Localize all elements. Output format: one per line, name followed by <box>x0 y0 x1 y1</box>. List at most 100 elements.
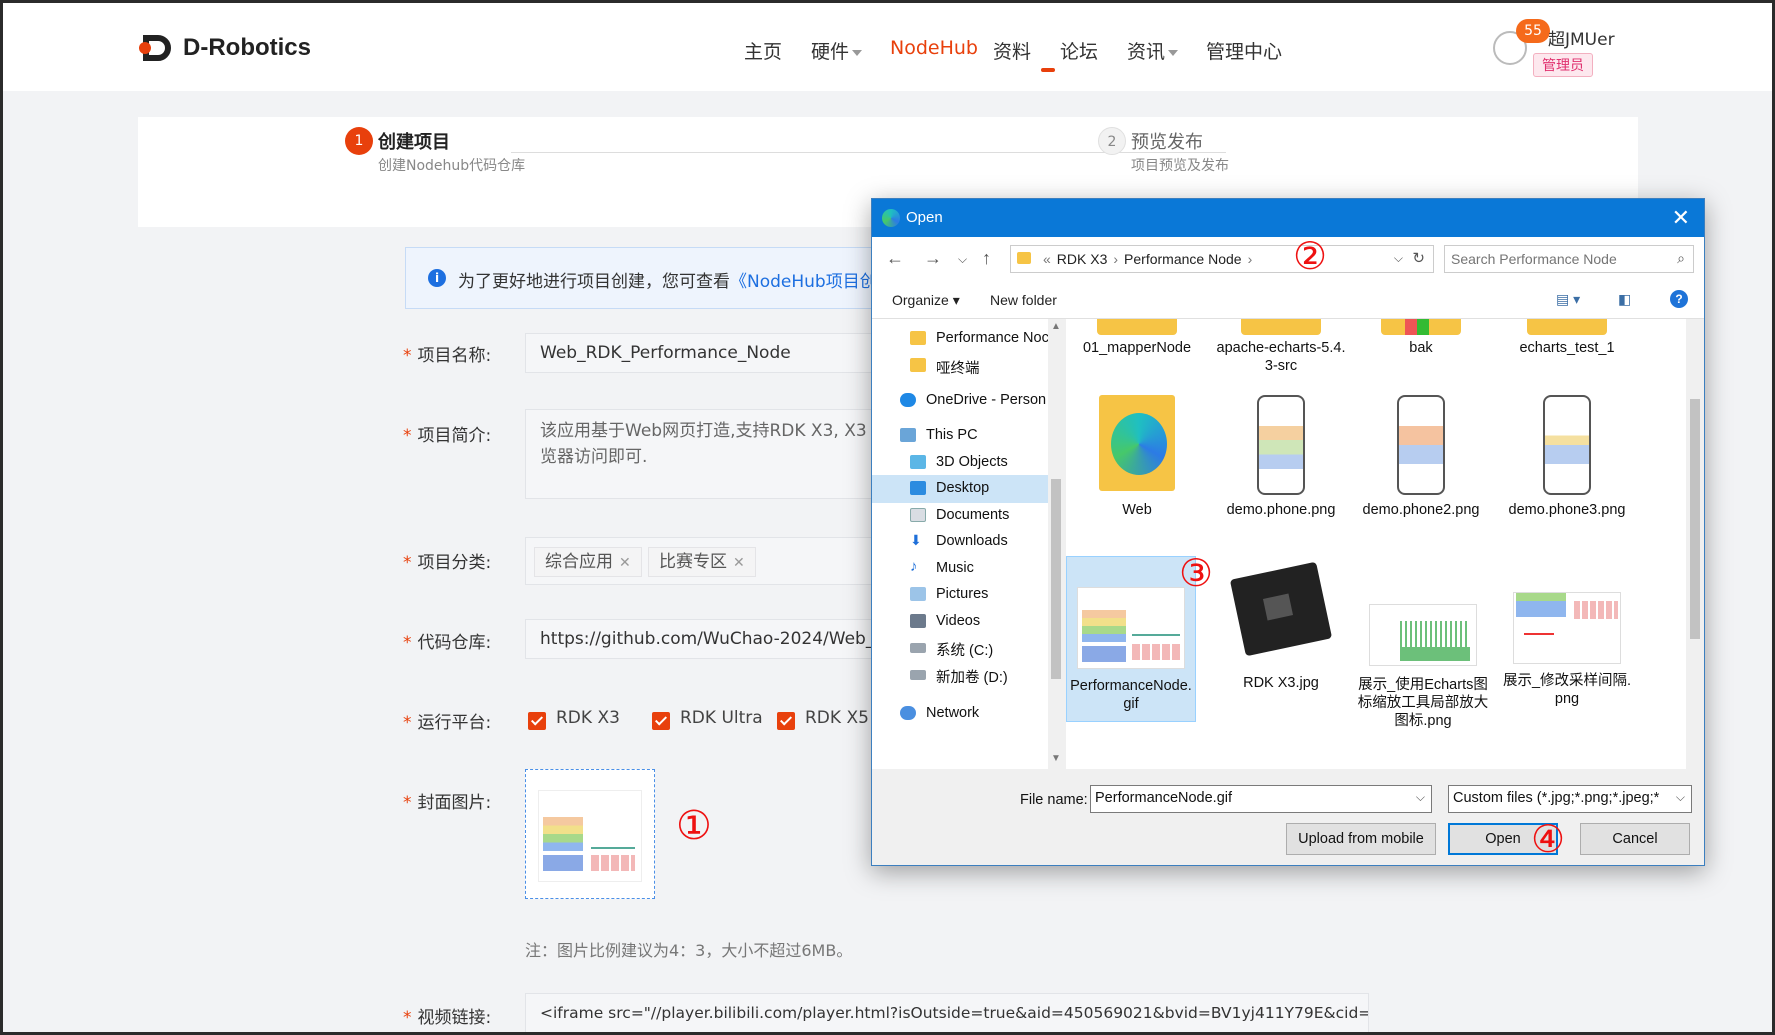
file-item-image[interactable]: demo.phone2.png <box>1356 395 1486 519</box>
tree-item-dumb-terminal[interactable]: 哑终端 <box>872 352 1048 380</box>
up-arrow-icon[interactable]: ↑ <box>982 248 991 269</box>
category-tag[interactable]: 比赛专区 ✕ <box>648 547 756 577</box>
file-type-select[interactable]: Custom files (*.jpg;*.png;*.jpeg;* ⌵ <box>1448 785 1692 813</box>
annotation-4: ④ <box>1531 817 1566 861</box>
nav-admin[interactable]: 管理中心 <box>1206 37 1282 64</box>
info-alert: i 为了更好地进行项目创建，您可查看《NodeHub项目创 <box>405 247 925 309</box>
video-label: * 视频链接: <box>403 1008 492 1028</box>
tree-item-music[interactable]: ♪ Music <box>872 555 1048 583</box>
tree-item-this-pc[interactable]: This PC <box>872 422 1048 450</box>
video-input[interactable]: <iframe src="//player.bilibili.com/playe… <box>525 993 1369 1032</box>
breadcrumb-rdk-x3[interactable]: RDK X3 <box>1057 251 1108 267</box>
notification-badge[interactable]: 55 <box>1516 19 1550 43</box>
new-folder-button[interactable]: New folder <box>990 292 1057 308</box>
pc-icon <box>900 428 916 442</box>
file-item-folder[interactable]: bak <box>1356 319 1486 357</box>
platform-checkbox-x5[interactable] <box>777 712 795 730</box>
platform-checkbox-x3[interactable] <box>528 712 546 730</box>
file-name-input[interactable]: PerformanceNode.gif ⌵ <box>1090 785 1432 813</box>
file-item-image[interactable]: demo.phone3.png <box>1502 395 1632 519</box>
intro-label: * 项目简介: <box>403 426 492 446</box>
file-list: 01_mapperNode apache-echarts-5.4.3-src b… <box>1066 319 1686 769</box>
help-icon[interactable]: ? <box>1670 290 1688 308</box>
file-item-folder[interactable]: apache-echarts-5.4.3-src <box>1216 319 1346 375</box>
category-tag[interactable]: 综合应用 ✕ <box>534 547 642 577</box>
file-item-image[interactable]: demo.phone.png <box>1216 395 1346 519</box>
file-item-selected[interactable]: PerformanceNode.gif <box>1066 556 1196 722</box>
close-icon[interactable]: ✕ <box>1672 205 1690 231</box>
browser-viewport: D-Robotics 主页 硬件 NodeHub 资料 论坛 资讯 管理中心 5… <box>3 3 1772 1032</box>
info-text: 为了更好地进行项目创建，您可查看 <box>458 272 730 292</box>
platform-label-x3[interactable]: RDK X3 <box>556 708 620 728</box>
file-item-image[interactable]: RDK X3.jpg <box>1216 556 1346 692</box>
tree-item-pictures[interactable]: Pictures <box>872 581 1048 609</box>
videos-icon <box>910 614 926 628</box>
category-select[interactable]: 综合应用 ✕ 比赛专区 ✕ <box>525 537 885 585</box>
chevron-down-icon[interactable]: ⌵ <box>1416 790 1425 805</box>
file-item-image[interactable]: 展示_修改采样间隔.png <box>1502 556 1632 708</box>
tree-item-downloads[interactable]: ⬇ Downloads <box>872 528 1048 556</box>
tree-item-performance-node[interactable]: Performance Noc <box>872 325 1049 353</box>
search-input[interactable] <box>1451 250 1661 268</box>
tree-item-network[interactable]: Network <box>872 700 1048 728</box>
step-2-title: 预览发布 <box>1131 132 1203 153</box>
nav-home[interactable]: 主页 <box>744 37 782 64</box>
file-item-image[interactable]: 展示_使用Echarts图标缩放工具局部放大图标.png <box>1356 556 1490 730</box>
chevron-down-icon[interactable]: ⌵ <box>1675 790 1685 805</box>
folder-icon <box>1241 319 1321 335</box>
site-logo[interactable]: D-Robotics <box>139 33 311 63</box>
cover-thumbnail <box>538 790 642 882</box>
file-item-folder[interactable]: Web <box>1072 395 1202 519</box>
project-name-input[interactable]: Web_RDK_Performance_Node <box>525 333 885 373</box>
breadcrumb-performance-node[interactable]: Performance Node <box>1124 251 1242 267</box>
music-icon: ♪ <box>910 558 918 575</box>
nav-nodehub[interactable]: NodeHub <box>890 37 978 59</box>
info-icon: i <box>428 269 446 287</box>
file-item-folder[interactable]: echarts_test_1 <box>1502 319 1632 357</box>
tree-item-videos[interactable]: Videos <box>872 608 1048 636</box>
chevron-down-icon[interactable]: ⌵ <box>1394 251 1403 266</box>
upload-from-mobile-button[interactable]: Upload from mobile <box>1286 823 1436 855</box>
tree-item-desktop[interactable]: Desktop <box>872 475 1048 503</box>
nav-docs[interactable]: 资料 <box>993 37 1031 64</box>
address-bar[interactable]: «RDK X3 › Performance Node › ⌵ ↻ <box>1010 245 1434 273</box>
close-icon[interactable]: ✕ <box>619 555 631 571</box>
organize-button[interactable]: Organize ▾ <box>892 292 960 309</box>
repo-label: * 代码仓库: <box>403 633 492 653</box>
username[interactable]: 超JMUer <box>1548 25 1615 50</box>
tree-item-3d-objects[interactable]: 3D Objects <box>872 449 1048 477</box>
refresh-icon[interactable]: ↻ <box>1412 249 1425 267</box>
site-header: D-Robotics 主页 硬件 NodeHub 资料 论坛 资讯 管理中心 5… <box>3 3 1772 91</box>
platform-label-ultra[interactable]: RDK Ultra <box>680 708 763 728</box>
tree-item-onedrive[interactable]: OneDrive - Person <box>872 387 1048 415</box>
edge-icon <box>882 209 900 227</box>
dialog-titlebar[interactable]: Open ✕ <box>872 199 1704 237</box>
guide-link[interactable]: 《NodeHub项目创 <box>730 272 877 292</box>
project-intro-textarea[interactable]: 该应用基于Web网页打造,支持RDK X3, X3 M 览器访问即可. <box>525 409 885 499</box>
cover-label: * 封面图片: <box>403 793 492 813</box>
nav-forum[interactable]: 论坛 <box>1060 37 1098 64</box>
close-icon[interactable]: ✕ <box>733 555 745 571</box>
cancel-button[interactable]: Cancel <box>1580 823 1690 855</box>
file-list-scrollbar[interactable] <box>1686 319 1704 769</box>
platform-label-x5[interactable]: RDK X5 <box>805 708 869 728</box>
folder-icon <box>1099 395 1175 491</box>
back-arrow-icon[interactable]: ← <box>886 248 904 269</box>
nav-hardware[interactable]: 硬件 <box>811 37 863 64</box>
navigation-scrollbar[interactable]: ▲ ▼ <box>1048 319 1064 769</box>
dialog-search[interactable]: ⌕ <box>1444 245 1694 273</box>
forward-arrow-icon[interactable]: → <box>924 248 942 269</box>
nav-news[interactable]: 资讯 <box>1127 37 1179 64</box>
repo-input[interactable]: https://github.com/WuChao-2024/Web_RD <box>525 619 885 659</box>
view-options-icon[interactable]: ▤ ▾ <box>1556 291 1580 308</box>
file-item-folder[interactable]: 01_mapperNode <box>1072 319 1202 357</box>
platform-label: * 运行平台: <box>403 713 492 733</box>
tree-item-documents[interactable]: Documents <box>872 502 1048 530</box>
tree-item-drive-c[interactable]: 系统 (C:) <box>872 634 1048 662</box>
cover-upload[interactable] <box>525 769 655 899</box>
chevron-down-icon[interactable]: ⌵ <box>958 252 967 267</box>
tree-item-drive-d[interactable]: 新加卷 (D:) <box>872 661 1048 689</box>
preview-pane-icon[interactable]: ◧ <box>1618 291 1631 308</box>
step-2-subtitle: 项目预览及发布 <box>1131 158 1229 174</box>
platform-checkbox-ultra[interactable] <box>652 712 670 730</box>
